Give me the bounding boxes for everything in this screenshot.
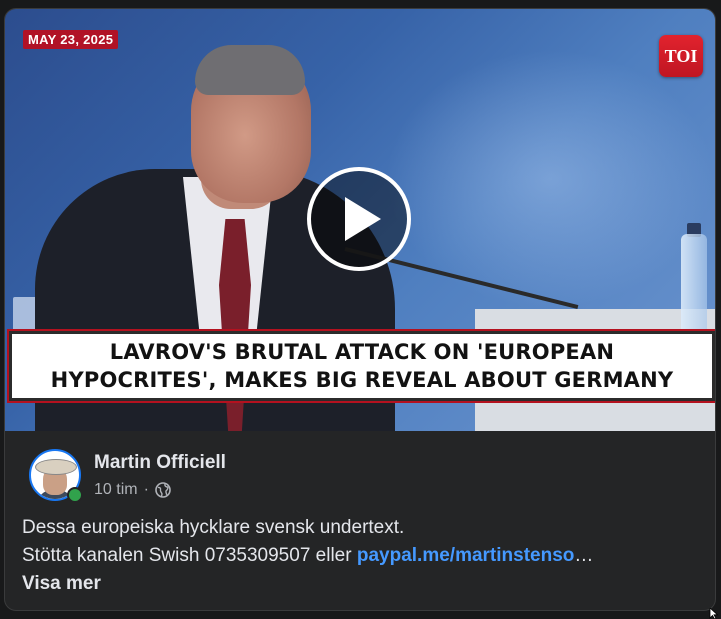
post-text-line-1: Dessa europeiska hycklare svensk underte… <box>22 517 405 538</box>
paypal-link[interactable]: paypal.me/martinstenso <box>357 545 575 566</box>
post-card: MAY 23, 2025 TOI LAVROV'S BRUTAL ATTACK … <box>4 8 716 611</box>
toi-logo: TOI <box>659 35 703 77</box>
video-headline: LAVROV'S BRUTAL ATTACK ON 'EUROPEAN HYPO… <box>9 331 715 401</box>
post-time[interactable]: 10 tim <box>94 481 138 499</box>
author-name[interactable]: Martin Officiell <box>94 452 226 474</box>
post-text-prefix: Stötta kanalen Swish 0735309507 eller <box>22 545 357 566</box>
post-meta: 10 tim · <box>94 481 171 499</box>
avatar-hat <box>35 459 77 475</box>
online-status-dot <box>67 487 83 503</box>
see-more-link[interactable]: Visa mer <box>22 570 702 598</box>
video-headline-line-2: HYPOCRITES', MAKES BIG REVEAL ABOUT GERM… <box>50 368 674 392</box>
globe-icon[interactable] <box>155 482 171 498</box>
play-icon <box>345 197 381 241</box>
mouse-cursor-icon <box>709 608 719 619</box>
speaker-hair <box>195 45 305 95</box>
water-bottle <box>681 234 707 334</box>
post-text: Dessa europeiska hycklare svensk underte… <box>22 514 702 598</box>
video-headline-line-1: LAVROV'S BRUTAL ATTACK ON 'EUROPEAN <box>109 340 615 364</box>
post-text-ellipsis: … <box>574 545 594 566</box>
meta-separator: · <box>143 481 149 498</box>
video-player[interactable]: MAY 23, 2025 TOI LAVROV'S BRUTAL ATTACK … <box>5 9 715 431</box>
video-date-badge: MAY 23, 2025 <box>23 30 119 49</box>
post-text-line-2: Stötta kanalen Swish 0735309507 eller pa… <box>22 542 702 570</box>
play-button[interactable] <box>307 167 411 271</box>
